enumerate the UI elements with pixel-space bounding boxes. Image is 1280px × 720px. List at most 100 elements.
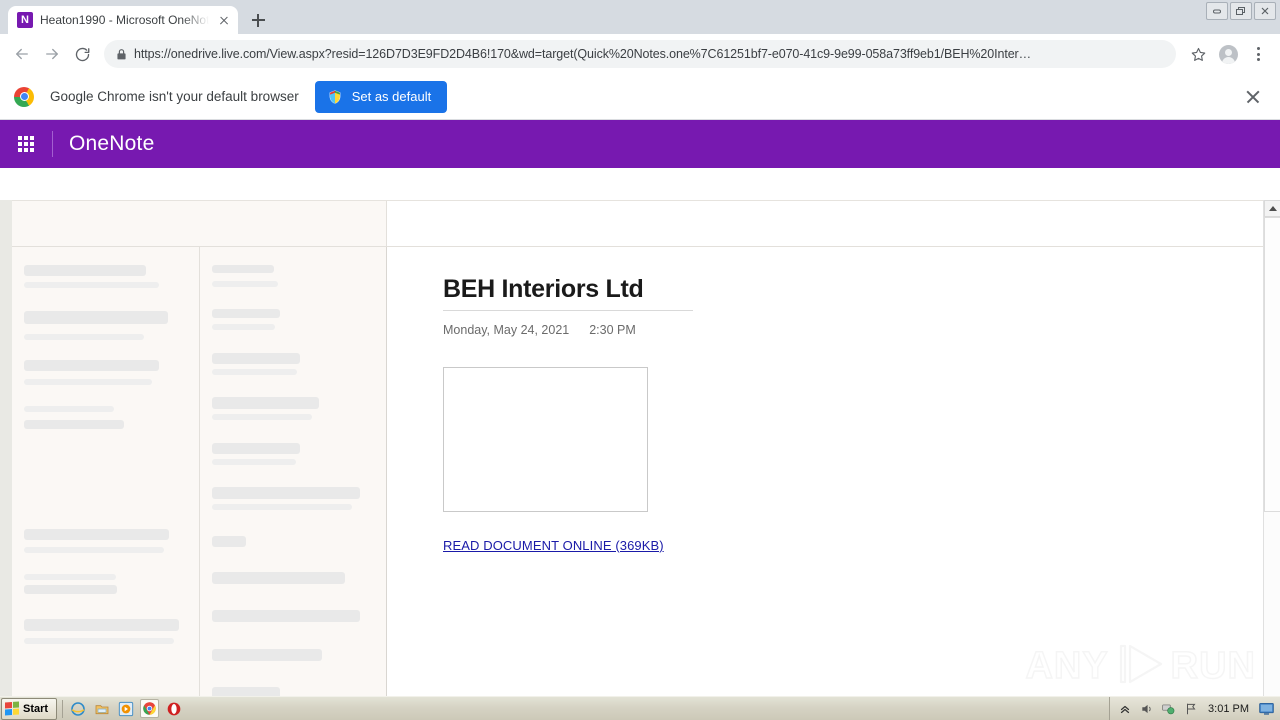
skeleton-bar-page-4	[212, 353, 300, 364]
web-page: OneNote BEH Interiors Ltd Monday, May 24…	[0, 120, 1280, 720]
note-document: BEH Interiors Ltd Monday, May 24, 2021 2…	[387, 247, 1280, 555]
skeleton-bar-section-11	[24, 585, 117, 594]
volume-icon[interactable]	[1139, 701, 1154, 716]
onenote-subbar	[0, 168, 1280, 200]
start-button[interactable]: Start	[1, 697, 58, 720]
skeleton-bar-page-7	[212, 414, 312, 420]
skeleton-bar-page-6	[212, 397, 319, 409]
network-icon[interactable]	[1161, 701, 1176, 716]
internet-explorer-icon[interactable]	[68, 699, 87, 718]
anyrun-watermark: ANY RUN	[1025, 641, 1256, 692]
skeleton-bar-page-3	[212, 324, 275, 330]
lock-icon	[108, 41, 134, 67]
embedded-object-placeholder[interactable]	[443, 367, 648, 512]
notebook-toolbar-placeholder	[12, 201, 1280, 247]
skeleton-bar-section-4	[24, 360, 159, 371]
skeleton-bar-page-11	[212, 504, 352, 510]
chrome-logo-icon	[14, 86, 34, 107]
page-time: 2:30 PM	[589, 323, 636, 337]
vertical-scroll-thumb[interactable]	[1264, 217, 1280, 512]
skeleton-bar-section-8	[24, 529, 169, 540]
set-as-default-button[interactable]: Set as default	[314, 80, 448, 113]
sections-pane[interactable]	[12, 247, 200, 720]
skeleton-bar-section-9	[24, 547, 164, 553]
taskbar-divider	[62, 699, 64, 718]
skeleton-bar-page-1	[212, 281, 278, 287]
skeleton-bar-section-7	[24, 420, 124, 429]
windows-taskbar: Start 3:01 PM	[0, 696, 1280, 720]
bookmark-star-icon[interactable]	[1184, 40, 1212, 68]
display-icon[interactable]	[1259, 701, 1274, 716]
window-controls	[1206, 2, 1276, 20]
reload-button[interactable]	[68, 40, 96, 68]
url-text: https://onedrive.live.com/View.aspx?resi…	[134, 47, 1032, 61]
skeleton-bar-section-10	[24, 574, 116, 580]
file-explorer-icon[interactable]	[92, 699, 111, 718]
security-flag-icon[interactable]	[1183, 701, 1198, 716]
opera-browser-icon[interactable]	[164, 699, 183, 718]
onenote-header: OneNote	[0, 120, 1280, 168]
page-canvas[interactable]: BEH Interiors Ltd Monday, May 24, 2021 2…	[387, 247, 1280, 720]
tab-strip: N Heaton1990 - Microsoft OneNote On	[0, 0, 1280, 34]
onenote-brand[interactable]: OneNote	[53, 132, 154, 156]
show-hidden-icons-icon[interactable]	[1117, 701, 1132, 716]
notebook-toolbar-left	[12, 201, 387, 246]
vertical-scrollbar[interactable]	[1263, 200, 1280, 720]
browser-window: N Heaton1990 - Microsoft OneNote On	[0, 0, 1280, 720]
infobar-message: Google Chrome isn't your default browser	[50, 89, 299, 104]
vertical-scroll-track[interactable]	[1264, 512, 1280, 703]
google-chrome-icon[interactable]	[140, 699, 160, 718]
notebook-toolbar-right	[387, 201, 1280, 246]
kebab-icon	[1256, 47, 1260, 61]
anyrun-play-icon	[1111, 641, 1169, 692]
clock[interactable]: 3:01 PM	[1208, 703, 1249, 715]
page-timestamp: Monday, May 24, 2021 2:30 PM	[443, 323, 1280, 337]
chrome-menu-button[interactable]	[1244, 40, 1272, 68]
close-icon[interactable]	[216, 12, 232, 28]
system-tray: 3:01 PM	[1109, 696, 1280, 720]
scroll-up-button[interactable]	[1264, 200, 1280, 217]
restore-button[interactable]	[1230, 2, 1252, 20]
skeleton-bar-page-8	[212, 443, 300, 454]
back-button[interactable]	[8, 40, 36, 68]
watermark-right-text: RUN	[1170, 644, 1256, 688]
close-button[interactable]	[1254, 2, 1276, 20]
watermark-left-text: ANY	[1025, 644, 1109, 688]
skeleton-bar-section-1	[24, 282, 159, 288]
infobar-close-icon[interactable]	[1242, 86, 1264, 108]
skeleton-bar-section-3	[24, 334, 144, 340]
skeleton-bar-section-6	[24, 406, 114, 412]
skeleton-bar-page-0	[212, 265, 274, 273]
onenote-favicon: N	[17, 12, 33, 28]
address-bar[interactable]: https://onedrive.live.com/View.aspx?resi…	[104, 40, 1176, 68]
browser-toolbar: https://onedrive.live.com/View.aspx?resi…	[0, 34, 1280, 74]
pages-pane[interactable]	[200, 247, 387, 720]
tab-title: Heaton1990 - Microsoft OneNote On	[40, 13, 209, 27]
notebook-frame: BEH Interiors Ltd Monday, May 24, 2021 2…	[12, 200, 1280, 720]
browser-tab[interactable]: N Heaton1990 - Microsoft OneNote On	[8, 6, 238, 34]
page-title[interactable]: BEH Interiors Ltd	[443, 275, 693, 311]
skeleton-bar-page-2	[212, 309, 280, 318]
skeleton-bar-page-15	[212, 649, 322, 661]
forward-button[interactable]	[38, 40, 66, 68]
skeleton-bar-page-9	[212, 459, 296, 465]
set-as-default-label: Set as default	[351, 89, 432, 104]
minimize-button[interactable]	[1206, 2, 1228, 20]
profile-avatar[interactable]	[1214, 40, 1242, 68]
new-tab-button[interactable]	[244, 6, 272, 34]
notebook-main: BEH Interiors Ltd Monday, May 24, 2021 2…	[12, 247, 1280, 720]
skeleton-bar-section-0	[24, 265, 146, 276]
skeleton-bar-page-10	[212, 487, 360, 499]
left-gutter	[0, 200, 12, 720]
media-player-icon[interactable]	[116, 699, 135, 718]
default-browser-infobar: Google Chrome isn't your default browser…	[0, 74, 1280, 120]
skeleton-bar-section-2	[24, 311, 168, 324]
skeleton-bar-page-14	[212, 610, 360, 622]
read-document-online-link[interactable]: READ DOCUMENT ONLINE (369KB)	[443, 538, 664, 553]
start-label: Start	[23, 702, 49, 715]
skeleton-bar-section-12	[24, 619, 179, 631]
app-launcher-button[interactable]	[0, 120, 52, 168]
caret-up-icon	[1268, 206, 1277, 211]
quick-launch	[68, 699, 183, 718]
waffle-icon	[18, 136, 34, 152]
